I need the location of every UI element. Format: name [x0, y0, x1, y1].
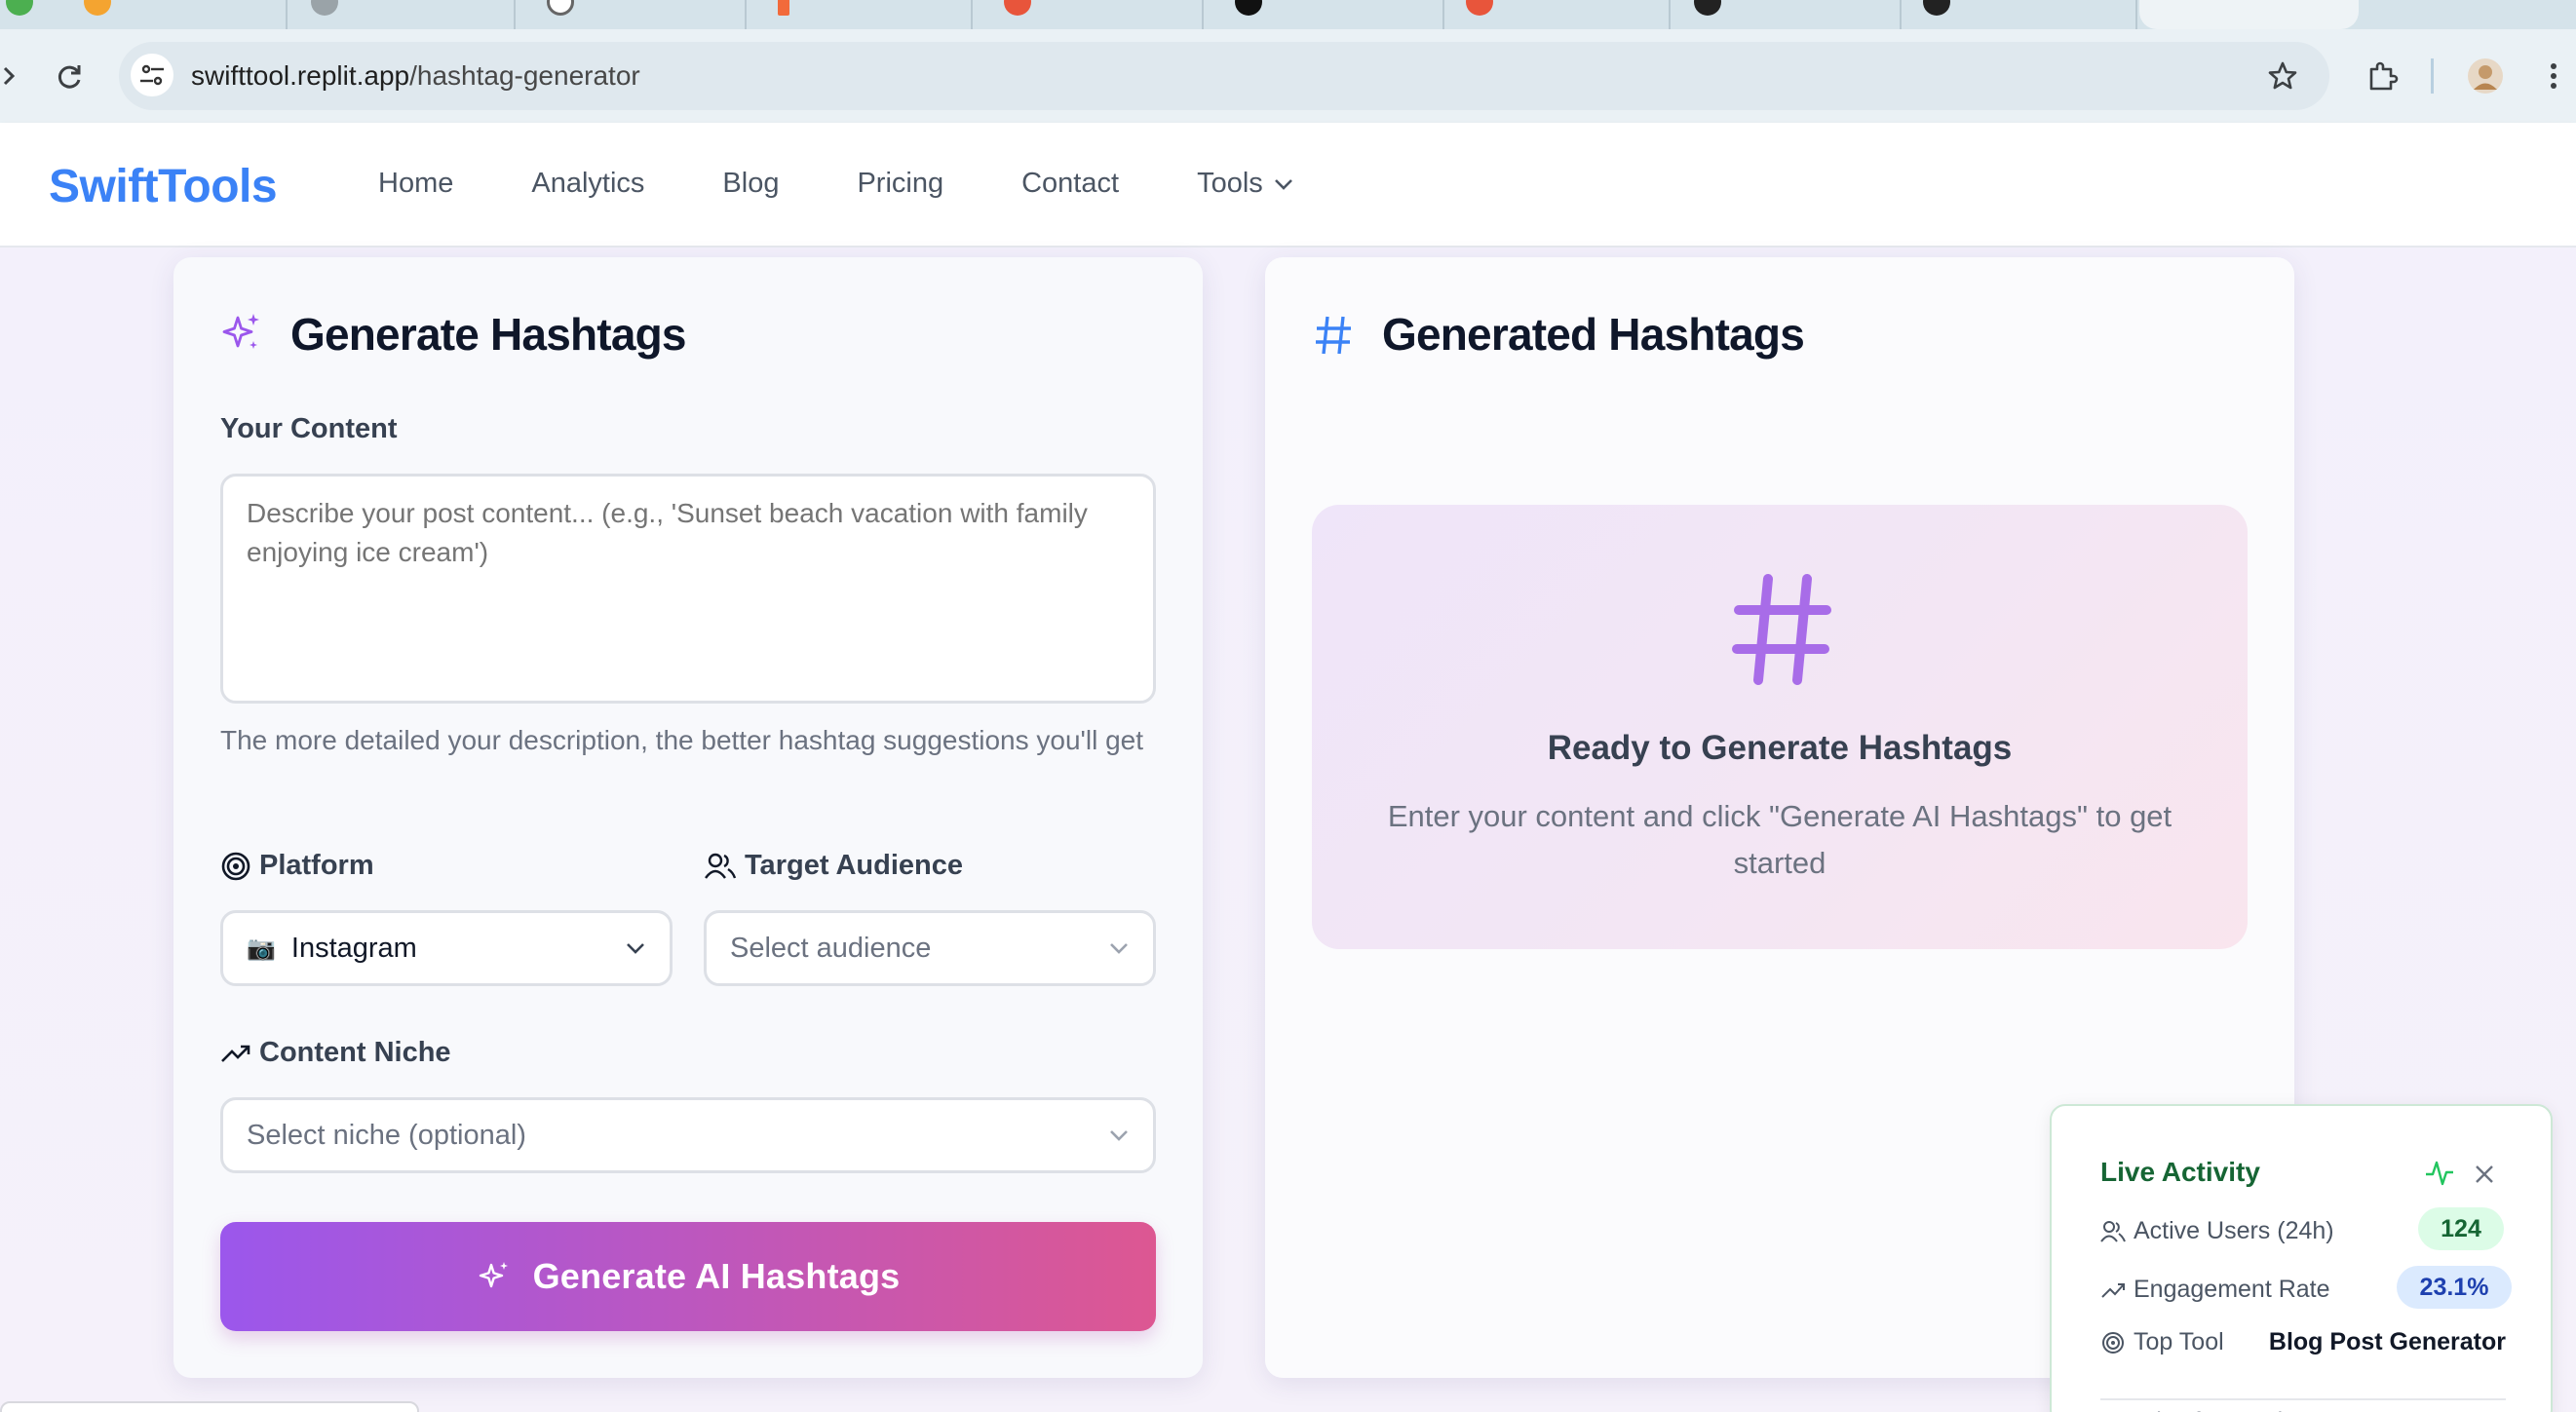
- engagement-label: Engagement Rate: [2134, 1276, 2330, 1303]
- bookmark-star-icon[interactable]: [2261, 55, 2304, 97]
- sparkles-icon: [222, 314, 259, 349]
- nav-contact[interactable]: Contact: [1021, 168, 1119, 200]
- target-icon: [2102, 1331, 2124, 1354]
- browser-menu-icon[interactable]: [2534, 55, 2573, 97]
- top-tool-row: Top Tool: [2100, 1328, 2224, 1356]
- nav-tools[interactable]: Tools: [1197, 168, 1294, 200]
- url-path: /hashtag-generator: [409, 60, 640, 91]
- nav-blog[interactable]: Blog: [722, 168, 779, 200]
- target-icon: [221, 852, 250, 880]
- profile-avatar[interactable]: [2464, 55, 2507, 97]
- browser-tab[interactable]: [518, 0, 747, 29]
- nav-analytics[interactable]: Analytics: [531, 168, 644, 200]
- audience-select[interactable]: Select audience: [704, 910, 1156, 986]
- active-users-label: Active Users (24h): [2134, 1217, 2334, 1244]
- content-textarea[interactable]: [220, 474, 1156, 704]
- chevron-down-icon: [1110, 943, 1128, 954]
- platform-label: Platform: [220, 850, 374, 882]
- extensions-icon[interactable]: [2359, 55, 2405, 97]
- chevron-down-icon: [1274, 178, 1292, 190]
- top-tool-value: Blog Post Generator: [2268, 1328, 2506, 1355]
- engagement-row: Engagement Rate: [2100, 1276, 2330, 1304]
- platform-select-value: Instagram: [290, 932, 417, 964]
- browser-tab-strip: [0, 0, 2576, 29]
- users-icon: [705, 853, 737, 879]
- activity-icon: [2426, 1161, 2453, 1186]
- close-icon[interactable]: [2473, 1163, 2496, 1186]
- browser-toolbar: swifttool.replit.app/hashtag-generator: [0, 29, 2576, 123]
- form-title: Generate Hashtags: [290, 309, 686, 360]
- camera-icon: 📷: [247, 935, 276, 962]
- sparkles-icon: [479, 1262, 508, 1288]
- site-info-icon[interactable]: [131, 54, 173, 96]
- chevron-down-icon: [627, 943, 644, 954]
- empty-state-subtitle: Enter your content and click "Generate A…: [1387, 799, 2172, 880]
- generate-form-card: Generate Hashtags Your Content The more …: [173, 257, 1203, 1378]
- browser-tab[interactable]: [749, 0, 973, 29]
- empty-state: Ready to Generate Hashtags Enter your co…: [1312, 505, 2248, 949]
- browser-tab[interactable]: [1672, 0, 1902, 29]
- generate-hashtags-button[interactable]: Generate AI Hashtags: [220, 1222, 1156, 1331]
- browser-tab[interactable]: [1206, 0, 1444, 29]
- brand-logo[interactable]: SwiftTools: [49, 160, 278, 213]
- live-activity-widget: Live Activity Active Users (24h) 124 Eng…: [2050, 1104, 2553, 1412]
- active-users-row: Active Users (24h): [2100, 1217, 2334, 1245]
- toolbar-divider: [2431, 58, 2434, 94]
- results-title: Generated Hashtags: [1382, 309, 1805, 360]
- trending-up-icon: [221, 1045, 250, 1062]
- forward-icon[interactable]: [0, 57, 19, 95]
- hash-icon: [1732, 574, 1831, 685]
- status-bar-fragment: [0, 1401, 419, 1412]
- niche-label: Content Niche: [220, 1037, 451, 1069]
- niche-select-placeholder: Select niche (optional): [247, 1119, 526, 1151]
- hash-icon: [1316, 316, 1351, 355]
- users-icon: [2100, 1220, 2126, 1242]
- nav-tools-label: Tools: [1197, 168, 1263, 199]
- content-label: Your Content: [220, 413, 398, 444]
- address-bar[interactable]: swifttool.replit.app/hashtag-generator: [119, 42, 2329, 110]
- niche-select[interactable]: Select niche (optional): [220, 1097, 1156, 1173]
- main-nav: Home Analytics Blog Pricing Contact Tool…: [378, 168, 1372, 200]
- site-header: SwiftTools Home Analytics Blog Pricing C…: [0, 123, 2576, 248]
- audience-label-text: Target Audience: [745, 850, 963, 881]
- browser-tab[interactable]: [1446, 0, 1671, 29]
- niche-label-text: Content Niche: [259, 1037, 451, 1068]
- browser-tab[interactable]: [289, 0, 516, 29]
- top-tool-label: Top Tool: [2134, 1328, 2224, 1355]
- audience-select-placeholder: Select audience: [730, 932, 932, 964]
- empty-state-title: Ready to Generate Hashtags: [1547, 729, 2013, 767]
- browser-tab[interactable]: [0, 0, 288, 29]
- live-activity-title: Live Activity: [2100, 1157, 2260, 1187]
- trending-up-icon: [2101, 1282, 2125, 1298]
- chevron-down-icon: [1110, 1130, 1128, 1141]
- content-helper-text: The more detailed your description, the …: [220, 725, 1144, 755]
- generate-button-label: Generate AI Hashtags: [532, 1256, 901, 1296]
- live-activity-footer: Growing fast • Join 10,000+ creators: [2100, 1398, 2506, 1412]
- engagement-badge: 23.1%: [2397, 1266, 2512, 1309]
- browser-tab-active[interactable]: [2139, 0, 2359, 29]
- browser-tab[interactable]: [1903, 0, 2137, 29]
- url-host: swifttool.replit.app: [191, 60, 410, 91]
- browser-tab[interactable]: [975, 0, 1204, 29]
- audience-label: Target Audience: [704, 850, 963, 882]
- url-text: swifttool.replit.app/hashtag-generator: [191, 60, 640, 92]
- platform-select[interactable]: 📷 Instagram: [220, 910, 673, 986]
- platform-label-text: Platform: [259, 850, 374, 881]
- active-users-badge: 124: [2418, 1207, 2504, 1250]
- nav-home[interactable]: Home: [378, 168, 453, 200]
- nav-pricing[interactable]: Pricing: [857, 168, 943, 200]
- reload-icon[interactable]: [49, 55, 92, 97]
